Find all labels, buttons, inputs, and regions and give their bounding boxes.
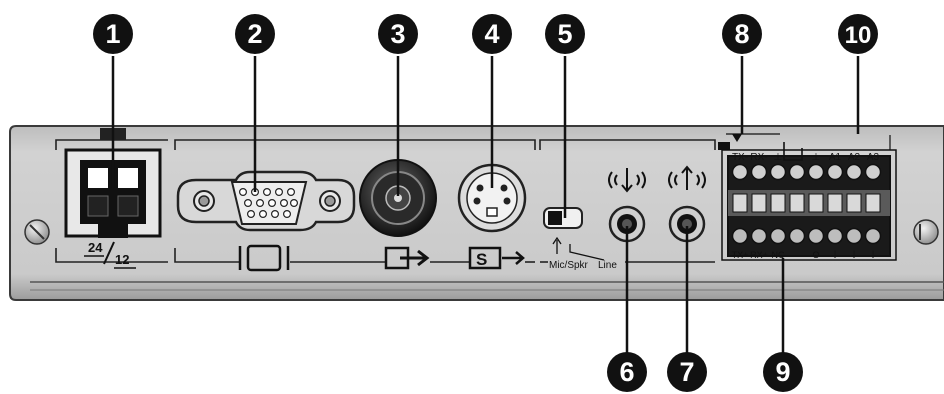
callout-number: 6 xyxy=(619,357,634,387)
callout-number: 9 xyxy=(775,357,790,387)
callout-4: 4 xyxy=(472,14,512,54)
terminal-slot xyxy=(732,193,748,213)
terminal-screw xyxy=(750,227,768,245)
terminal-bottom-label: RX+ xyxy=(750,250,768,260)
callout-9: 9 xyxy=(763,352,803,392)
callout-number: 10 xyxy=(845,22,872,49)
terminal-slot xyxy=(865,193,881,213)
terminal-screw xyxy=(845,227,863,245)
terminal-bottom-label: ⏚ xyxy=(849,250,858,260)
callout-number: 5 xyxy=(557,19,572,49)
terminal-screw xyxy=(769,227,787,245)
terminal-bottom-label: O xyxy=(812,250,819,260)
terminal-top-label: ⊥ xyxy=(812,152,821,163)
terminal-top-label: RX- xyxy=(750,152,767,163)
terminal-slot xyxy=(770,193,786,213)
terminal-screw xyxy=(788,227,806,245)
terminal-screw xyxy=(864,227,882,245)
callout-number: 4 xyxy=(484,19,499,49)
terminal-screw xyxy=(826,163,844,181)
callout-number: 7 xyxy=(679,357,694,387)
terminal-top-label: TX- xyxy=(732,152,748,163)
terminal-top-label: A2 xyxy=(848,152,861,163)
terminal-screw xyxy=(807,163,825,181)
right-mount-screw xyxy=(913,219,939,245)
terminal-top-label: A1 xyxy=(829,152,842,163)
vga-connector xyxy=(176,170,356,232)
mic-line-switch xyxy=(543,207,583,229)
power-label-24: 24 xyxy=(88,240,103,255)
power-label-12: 12 xyxy=(115,252,129,267)
terminal-top-label: ⊥ xyxy=(774,152,783,163)
terminal-screw xyxy=(826,227,844,245)
callout-7: 7 xyxy=(667,352,707,392)
terminal-top-label: A3 xyxy=(867,152,880,163)
terminal-slot xyxy=(751,193,767,213)
callout-6: 6 xyxy=(607,352,647,392)
rear-panel-diagram: 24 12 S Mic/Spkr Line TX- RX- ⊥ ⊥ A1 A2 … xyxy=(9,14,944,392)
terminal-screw xyxy=(731,163,749,181)
terminal-slot xyxy=(808,193,824,213)
callout-number: 8 xyxy=(734,19,749,49)
label-mic-spkr: Mic/Spkr xyxy=(549,260,589,271)
terminal-slot xyxy=(789,193,805,213)
terminal-screw xyxy=(731,227,749,245)
terminal-slot xyxy=(827,193,843,213)
callout-number: 3 xyxy=(390,19,405,49)
terminal-bottom-label: ⏚ xyxy=(830,250,839,260)
callout-8: 8 xyxy=(722,14,762,54)
callout-number: 1 xyxy=(105,19,120,49)
callout-10: 10 xyxy=(838,14,878,54)
callout-number: 2 xyxy=(247,19,262,49)
terminal-screw xyxy=(864,163,882,181)
terminal-screw xyxy=(845,163,863,181)
callout-3: 3 xyxy=(378,14,418,54)
terminal-bottom-label: ⏚ xyxy=(868,250,877,260)
terminal-screw xyxy=(769,163,787,181)
callout-1: 1 xyxy=(93,14,133,54)
svideo-s-glyph: S xyxy=(476,250,487,269)
left-mount-screw xyxy=(24,219,50,245)
terminal-bottom-label: TX+ xyxy=(732,250,749,260)
terminal-screw xyxy=(807,227,825,245)
terminal-slot xyxy=(846,193,862,213)
terminal-screw xyxy=(750,163,768,181)
label-line: Line xyxy=(598,260,617,271)
terminal-screw xyxy=(788,163,806,181)
callout-2: 2 xyxy=(235,14,275,54)
callout-5: 5 xyxy=(545,14,585,54)
